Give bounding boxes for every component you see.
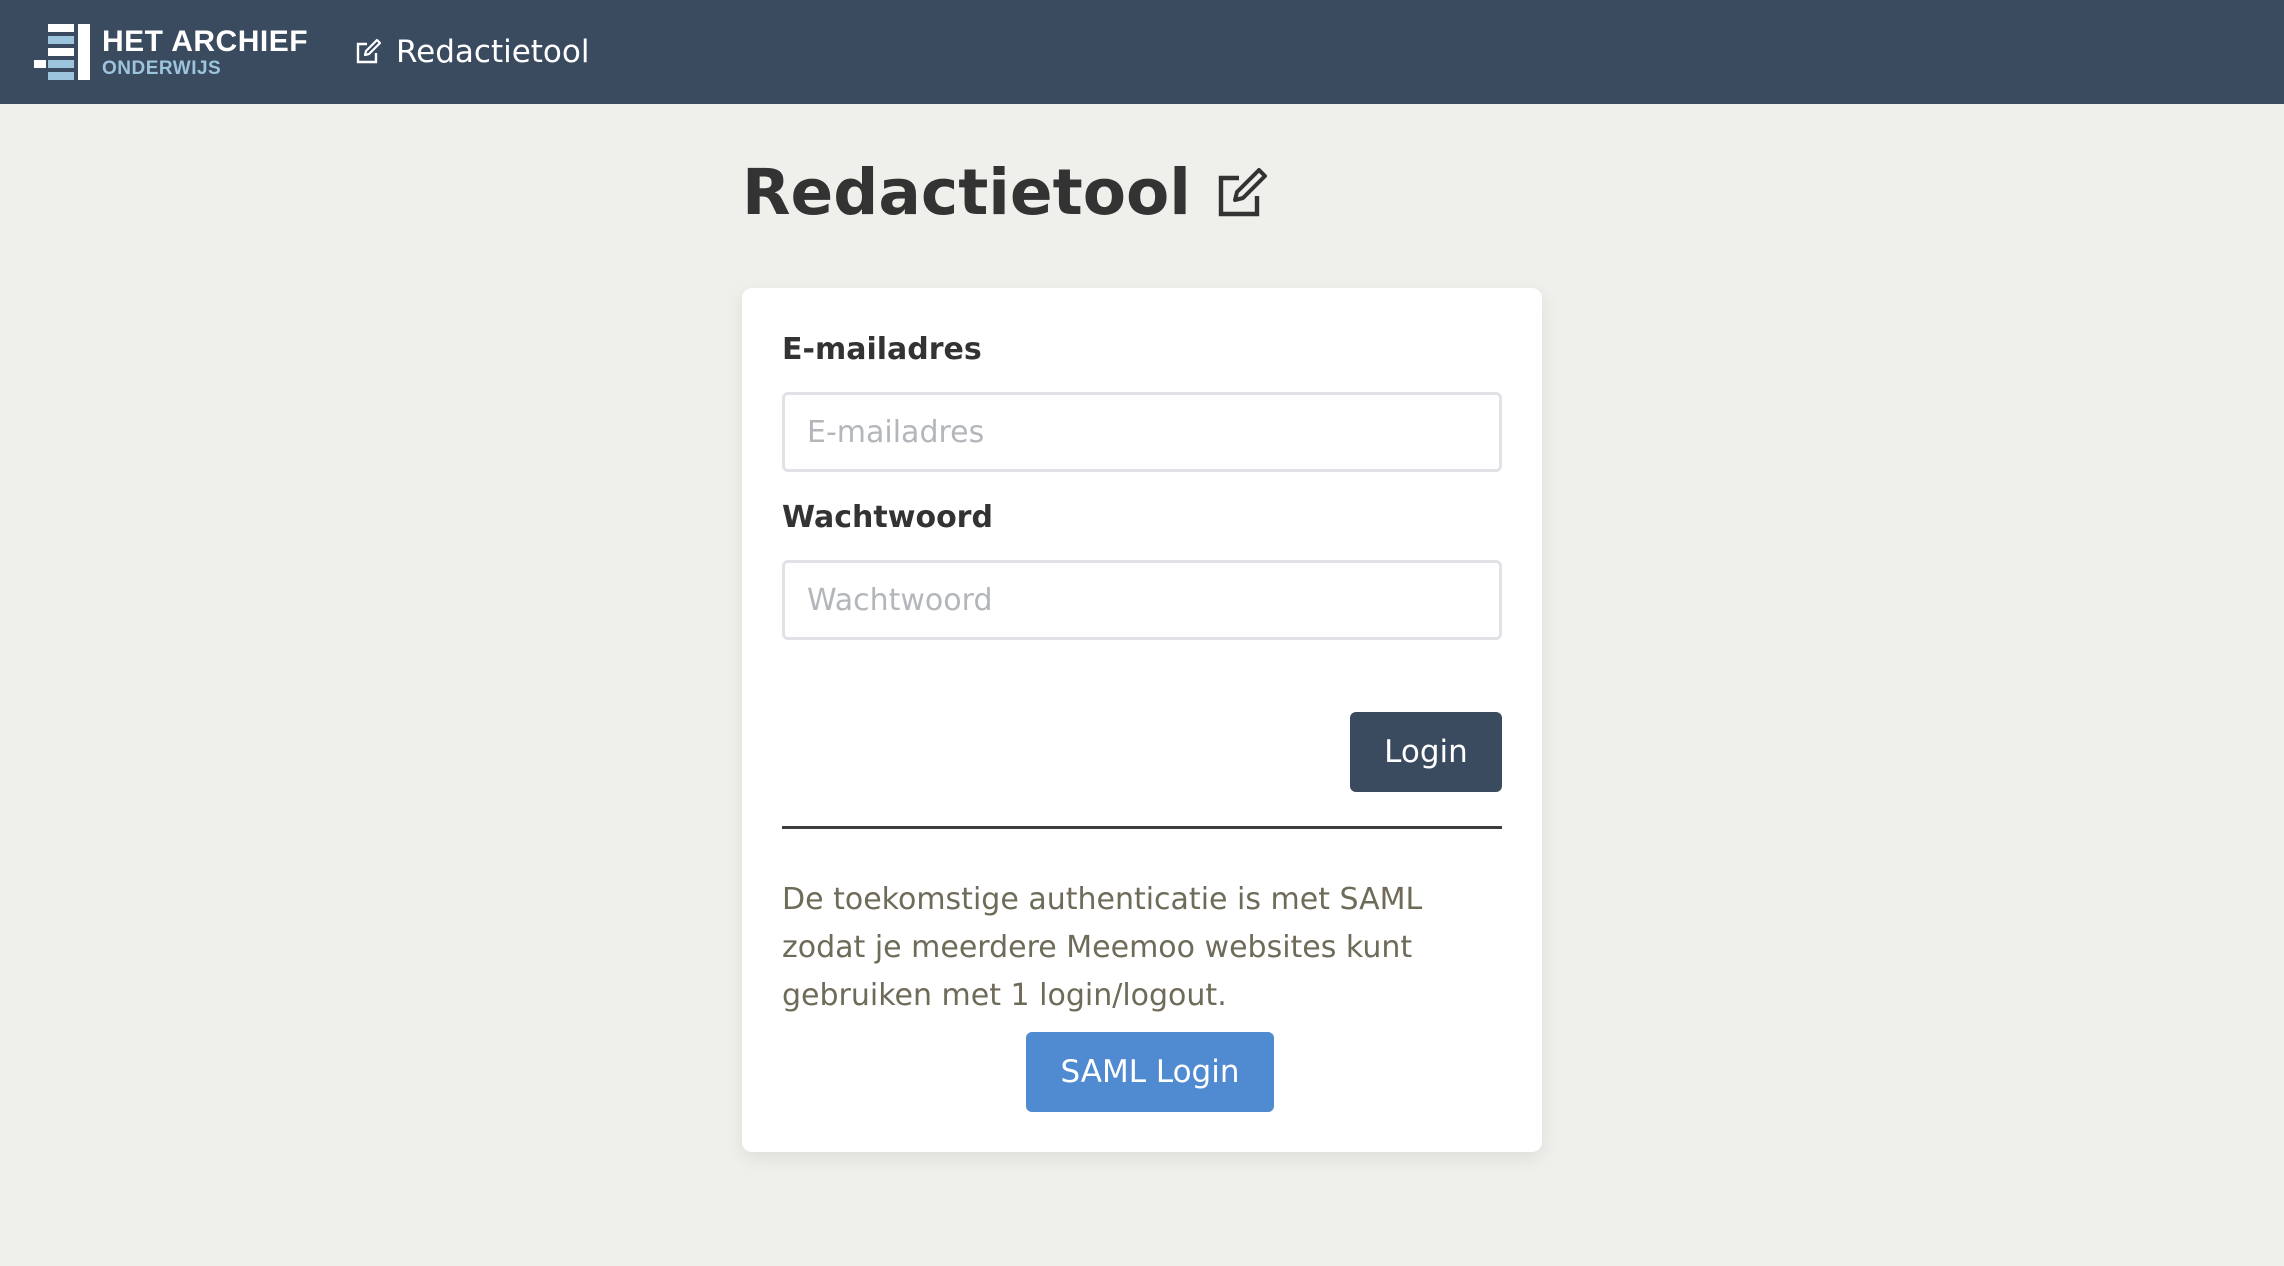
logo-mark-icon — [34, 22, 92, 82]
saml-login-button[interactable]: SAML Login — [1026, 1032, 1274, 1112]
password-label: Wachtwoord — [782, 500, 993, 535]
page-title: Redactietool — [742, 152, 1269, 232]
het-archief-logo[interactable]: HET ARCHIEF ONDERWIJS — [34, 22, 314, 82]
top-navbar: HET ARCHIEF ONDERWIJS Redactietool — [0, 0, 2284, 104]
edit-icon — [1218, 168, 1267, 217]
login-button[interactable]: Login — [1350, 712, 1502, 792]
edit-icon — [356, 38, 382, 64]
logo-title: HET ARCHIEF — [102, 24, 309, 58]
email-input[interactable] — [782, 392, 1502, 472]
divider — [782, 826, 1502, 829]
password-input[interactable] — [782, 560, 1502, 640]
nav-redactietool-label: Redactietool — [396, 34, 590, 70]
login-card: E-mailadres Wachtwoord Login De toekomst… — [742, 288, 1542, 1152]
email-label: E-mailadres — [782, 332, 982, 367]
saml-info-text: De toekomstige authenticatie is met SAML… — [782, 882, 1423, 1013]
nav-redactietool-link[interactable]: Redactietool — [354, 30, 589, 74]
page-title-text: Redactietool — [742, 155, 1191, 229]
logo-subtitle: ONDERWIJS — [102, 57, 222, 79]
